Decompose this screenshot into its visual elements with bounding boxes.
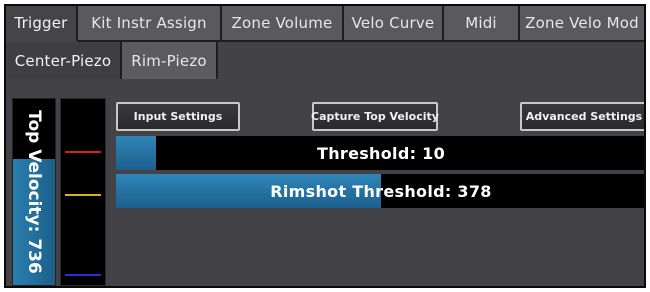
subtab-rim-piezo[interactable]: Rim-Piezo xyxy=(122,42,218,79)
velocity-level-meter xyxy=(60,98,106,286)
blue-line xyxy=(65,273,101,276)
tab-midi[interactable]: Midi xyxy=(444,6,520,42)
main-tab-bar: Trigger Kit Instr Assign Zone Volume Vel… xyxy=(6,6,644,42)
capture-top-velocity-button[interactable]: Capture Top Velocity xyxy=(311,102,439,131)
trigger-settings-panel: Trigger Kit Instr Assign Zone Volume Vel… xyxy=(4,4,646,288)
tab-zone-velo-mod[interactable]: Zone Velo Mod xyxy=(520,6,644,42)
rimshot-threshold-label: Rimshot Threshold: 378 xyxy=(270,181,492,201)
top-velocity-meter: Top Velocity: 736 xyxy=(12,98,56,286)
tab-velo-curve[interactable]: Velo Curve xyxy=(344,6,444,42)
sub-tab-bar: Center-Piezo Rim-Piezo xyxy=(6,42,218,79)
threshold-slider[interactable]: Threshold: 10 xyxy=(116,136,644,170)
red-line xyxy=(65,150,101,153)
tab-trigger[interactable]: Trigger xyxy=(6,6,78,42)
rimshot-threshold-slider[interactable]: Rimshot Threshold: 378 xyxy=(116,174,644,208)
input-settings-button[interactable]: Input Settings xyxy=(116,102,240,131)
threshold-label: Threshold: 10 xyxy=(316,143,446,163)
tab-kit-instr-assign[interactable]: Kit Instr Assign xyxy=(78,6,222,42)
subtab-center-piezo[interactable]: Center-Piezo xyxy=(6,42,122,79)
yellow-line xyxy=(65,193,101,196)
tab-zone-volume[interactable]: Zone Volume xyxy=(222,6,344,42)
top-velocity-label: Top Velocity: 736 xyxy=(24,110,44,274)
advanced-settings-button[interactable]: Advanced Settings xyxy=(520,102,644,131)
